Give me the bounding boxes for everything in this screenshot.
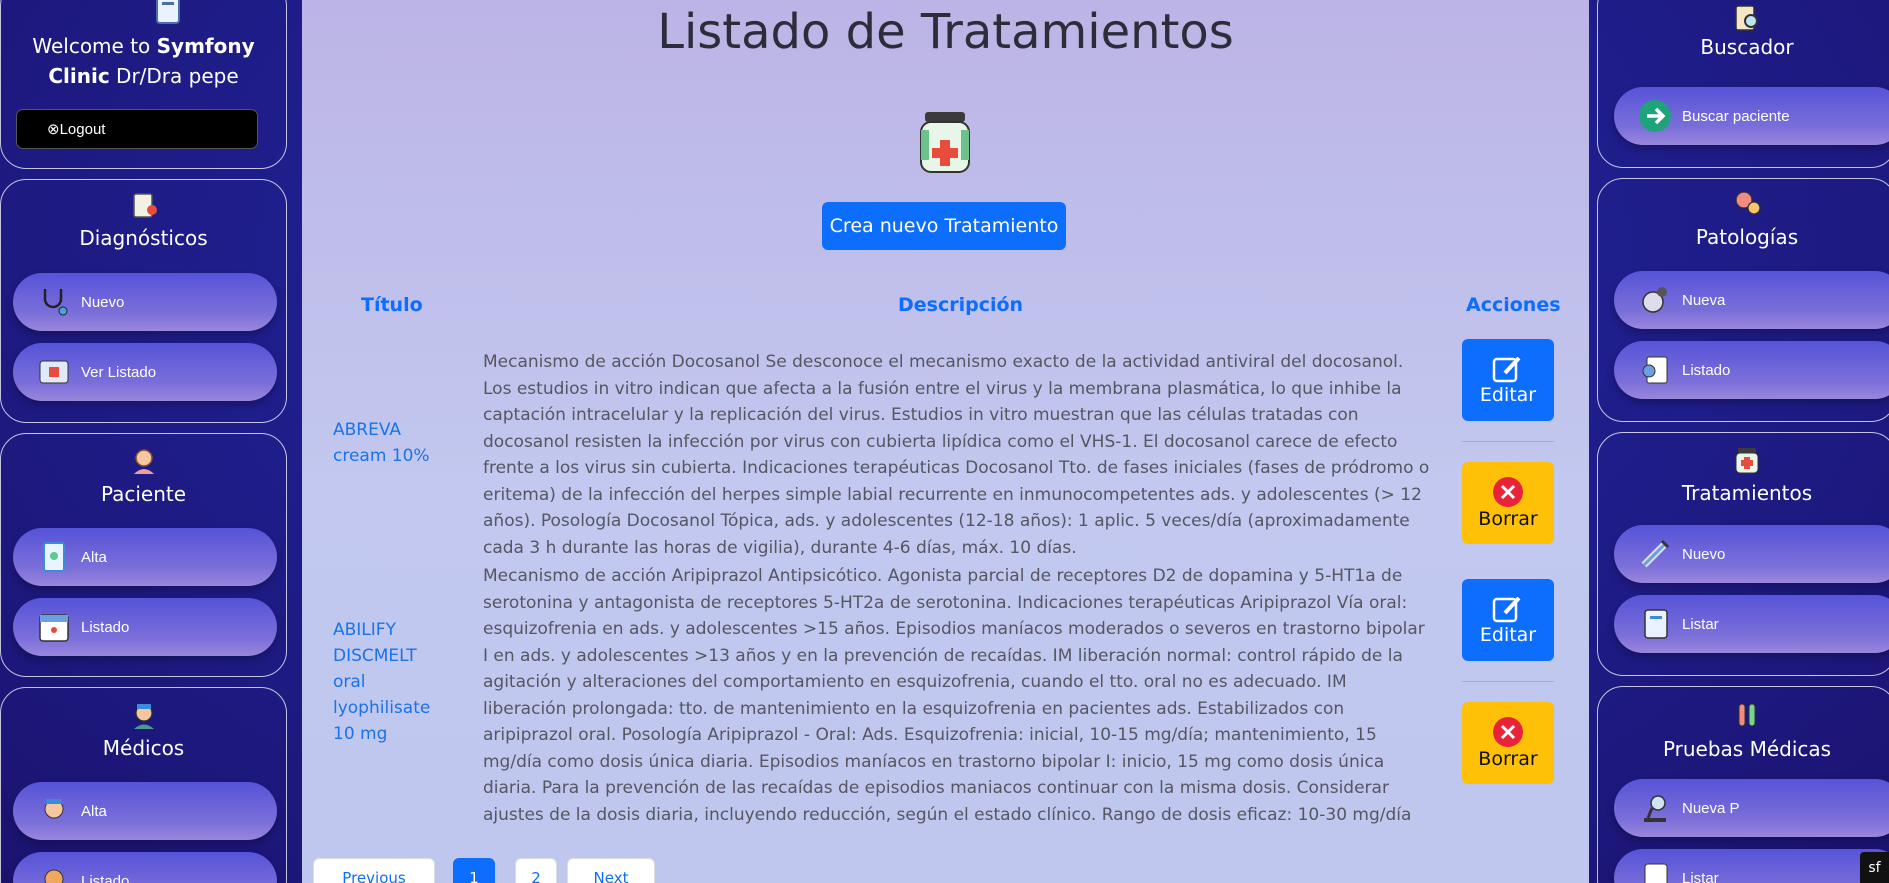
virus-icon: [1735, 191, 1761, 215]
patologia-nueva-button[interactable]: Nueva: [1614, 271, 1889, 329]
doctor-avatar-icon: [44, 799, 64, 819]
row-description: Mecanismo de acción Docosanol Se descono…: [483, 352, 1430, 558]
pill-label: Listado: [81, 618, 130, 636]
medico-listado-button[interactable]: Listado: [13, 852, 277, 883]
create-tratamiento-button[interactable]: Crea nuevo Tratamiento: [822, 202, 1066, 250]
diagnostico-listado-button[interactable]: Ver Listado: [13, 343, 277, 401]
close-icon: [1493, 477, 1523, 507]
report-icon: [1644, 863, 1668, 883]
divider: [1462, 441, 1554, 442]
prueba-listar-button[interactable]: Listar: [1614, 849, 1889, 883]
row-description: Mecanismo de acción Aripiprazol Antipsic…: [483, 566, 1425, 825]
pill-label: Ver Listado: [81, 363, 157, 381]
clipboard-search-icon: [1642, 356, 1668, 384]
paciente-alta-button[interactable]: Alta: [13, 528, 277, 586]
stethoscope-icon: [43, 289, 68, 316]
pill-label: Alta: [81, 548, 107, 566]
welcome-prefix: Welcome to: [32, 34, 157, 58]
header-titulo: Título: [361, 294, 423, 316]
welcome-text: Welcome to Symfony Clinic Dr/Dra pepe: [1, 31, 286, 91]
paciente-listado-button[interactable]: Listado: [13, 598, 277, 656]
section-title: Médicos: [102, 736, 185, 760]
prueba-nueva-button[interactable]: Nueva P: [1614, 779, 1889, 837]
delete-button[interactable]: Borrar: [1462, 702, 1554, 784]
edit-label: Editar: [1479, 624, 1537, 646]
pill-label: Listado: [81, 872, 130, 883]
pill-label: Nuevo: [1682, 545, 1726, 563]
delete-button[interactable]: Borrar: [1462, 462, 1554, 544]
section-title: Diagnósticos: [79, 226, 208, 250]
pill-label: Alta: [81, 802, 107, 820]
edit-label: Editar: [1479, 384, 1537, 406]
syringe-icon: [1641, 539, 1670, 568]
delete-label: Borrar: [1478, 508, 1538, 530]
arrow-right-icon: [1639, 100, 1671, 132]
pill-label: Listar: [1682, 869, 1719, 883]
notebook-icon: [156, 0, 180, 24]
divider: [1462, 681, 1554, 682]
pill-label: Listado: [1682, 361, 1731, 379]
tratamiento-listar-button[interactable]: Listar: [1614, 595, 1889, 653]
medicine-jar-icon: [1735, 448, 1759, 474]
microscope-icon: [1644, 795, 1666, 822]
pill-label: Listar: [1682, 615, 1719, 633]
medical-file-icon: [39, 360, 69, 384]
pill-label: Nueva P: [1682, 799, 1740, 817]
bacteria-icon: [1642, 287, 1667, 313]
diagnostico-nuevo-button[interactable]: Nuevo: [13, 273, 277, 331]
pencil-icon: [1492, 596, 1521, 623]
tratamiento-nuevo-button[interactable]: Nuevo: [1614, 525, 1889, 583]
pagination-previous[interactable]: Previous: [313, 858, 435, 883]
calendar-icon: [39, 614, 69, 642]
patologia-listado-button[interactable]: Listado: [1614, 341, 1889, 399]
pill-label: Nueva: [1682, 291, 1726, 309]
doctor-icon: [133, 704, 154, 729]
pagination-page-1[interactable]: 1: [453, 858, 495, 883]
medico-alta-button[interactable]: Alta: [13, 782, 277, 840]
welcome-suffix: Dr/Dra pepe: [109, 64, 239, 88]
symfony-toolbar-icon[interactable]: sf: [1860, 852, 1889, 883]
edit-button[interactable]: Editar: [1462, 339, 1554, 421]
section-title: Tratamientos: [1681, 481, 1813, 505]
form-icon: [43, 542, 65, 572]
pagination-page-2[interactable]: 2: [515, 858, 557, 883]
pill-label: Nuevo: [81, 293, 125, 311]
delete-label: Borrar: [1478, 748, 1538, 770]
notebook-icon: [1644, 609, 1668, 639]
pencil-icon: [1492, 356, 1521, 383]
test-tubes-icon: [1738, 703, 1756, 727]
clipboard-icon: [132, 193, 157, 218]
pill-label: Buscar paciente: [1682, 107, 1790, 125]
nurse-icon: [44, 869, 64, 883]
section-title: Patologías: [1695, 225, 1799, 249]
section-title: Paciente: [100, 482, 187, 506]
close-icon: [1493, 717, 1523, 747]
medicine-jar-icon: [920, 112, 970, 173]
edit-button[interactable]: Editar: [1462, 579, 1554, 661]
header-descripcion: Descripción: [898, 294, 1024, 316]
search-document-icon: [1735, 5, 1758, 31]
page-title: Listado de Tratamientos: [657, 4, 1234, 60]
patient-icon: [133, 449, 154, 474]
section-title: Buscador: [1700, 35, 1794, 59]
pagination-next[interactable]: Next: [567, 858, 655, 883]
buscar-paciente-button[interactable]: Buscar paciente: [1614, 87, 1889, 145]
logout-button[interactable]: ⊗Logout: [16, 109, 258, 149]
main-panel: Listado de Tratamientos Crea nuevo Trata…: [302, 0, 1589, 883]
row-title-link[interactable]: ABREVA cream 10%: [333, 417, 433, 469]
row-title-link[interactable]: ABILIFY DISCMELT oral lyophilisate 10 mg: [333, 617, 433, 747]
header-acciones: Acciones: [1466, 294, 1561, 316]
section-title: Pruebas Médicas: [1662, 737, 1832, 761]
